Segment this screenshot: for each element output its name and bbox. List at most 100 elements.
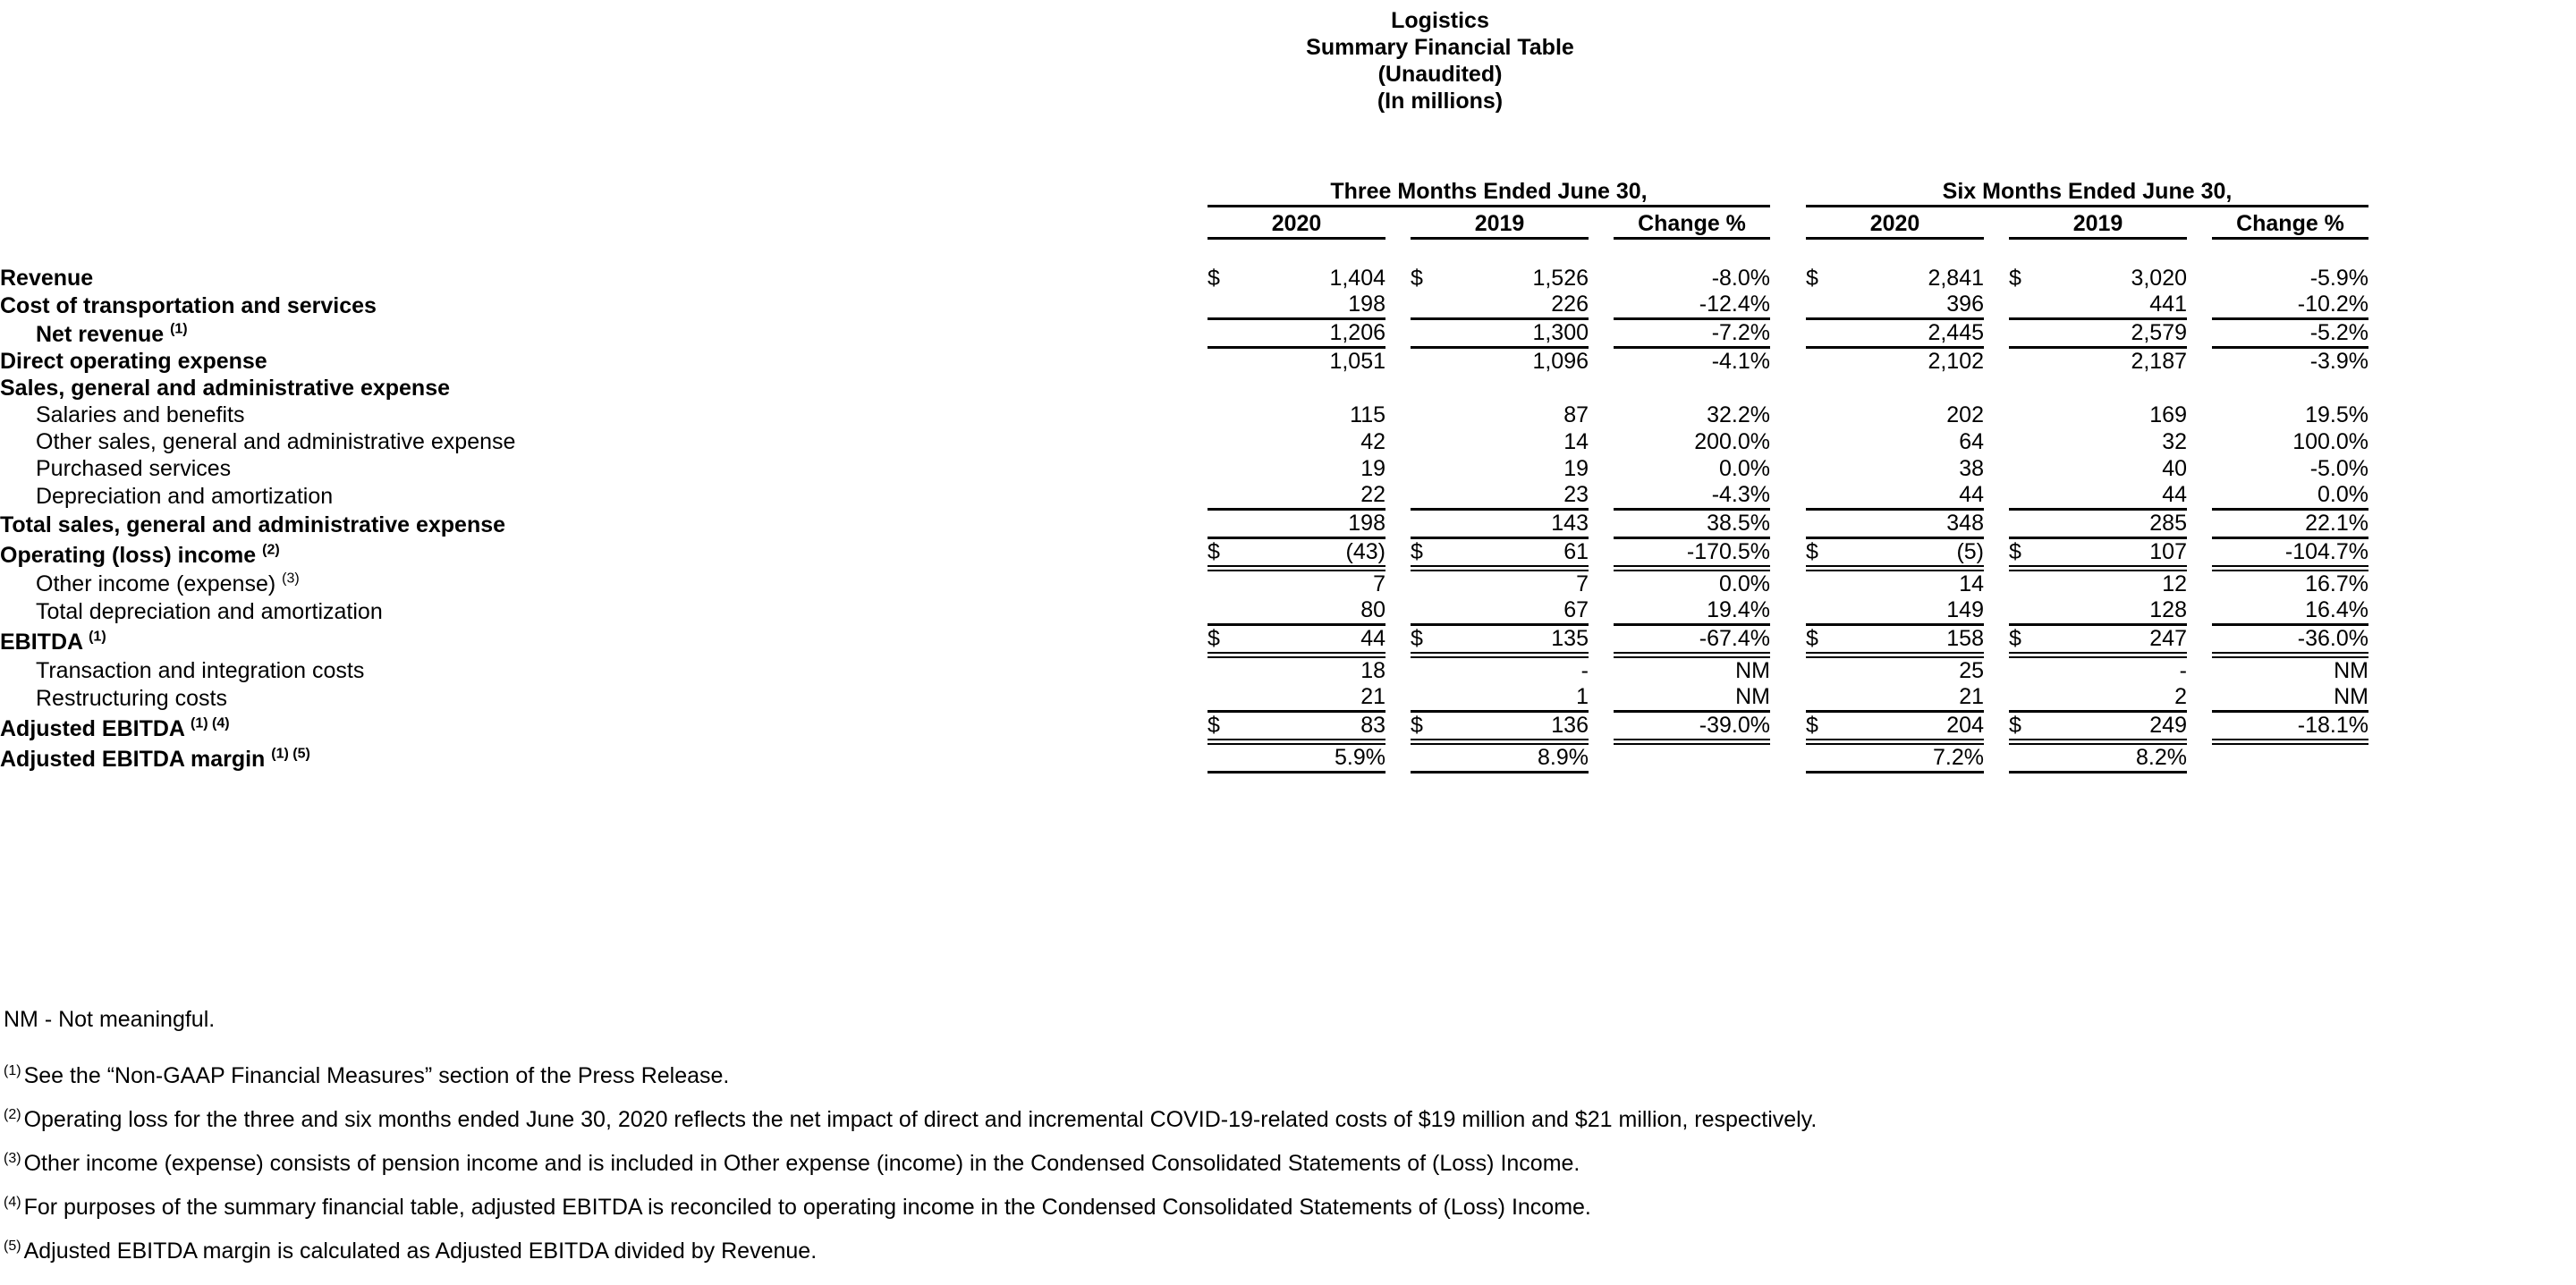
column-header-q-2019: 2019 xyxy=(1411,206,1589,240)
value-y-2020: 7.2% xyxy=(1845,741,1984,774)
footnote-3: (3) Other income (expense) consists of pe… xyxy=(4,1151,2571,1177)
value-q-change: -4.1% xyxy=(1711,349,1770,374)
value-y-2020: 14 xyxy=(1959,571,1984,596)
value-y-2020: 38 xyxy=(1959,456,1984,481)
value-q-2019: 1,526 xyxy=(1532,266,1589,291)
value-q-2019: 143 xyxy=(1450,509,1589,539)
footnote-marker: (5) xyxy=(4,1238,21,1254)
value-q-2019: 136 xyxy=(1450,711,1589,745)
value-q-2019: 19 xyxy=(1563,456,1589,481)
value-y-2020: 44 xyxy=(1845,482,1984,511)
footnote-text: Other income (expense) consists of pensi… xyxy=(23,1151,1580,1176)
value-q-2019: 135 xyxy=(1450,624,1589,658)
currency-symbol xyxy=(1806,509,1845,539)
value-q-2019: 14 xyxy=(1563,429,1589,454)
currency-symbol xyxy=(1411,597,1450,626)
value-q-2020: 18 xyxy=(1360,658,1385,683)
currency-symbol xyxy=(1411,684,1450,713)
row-label: Operating (loss) income (2) xyxy=(0,542,280,568)
value-y-2019: 107 xyxy=(2048,537,2187,571)
row-label: Other income (expense) (3) xyxy=(36,571,300,596)
currency-symbol: $ xyxy=(1208,266,1220,291)
value-q-2020: 21 xyxy=(1247,684,1385,713)
value-q-change: 32.2% xyxy=(1707,402,1770,427)
currency-symbol xyxy=(1806,318,1845,349)
group-header-six-months: Six Months Ended June 30, xyxy=(1806,175,2368,207)
row-label: Total depreciation and amortization xyxy=(36,598,383,624)
table-row: Net revenue (1) 1,206 1,300 -7.2% 2,445 … xyxy=(0,318,2368,349)
currency-symbol: $ xyxy=(2009,624,2048,658)
table-row: Operating (loss) income (2) $ (43) $ 61 … xyxy=(0,537,2368,571)
currency-symbol xyxy=(1208,348,1247,376)
currency-symbol xyxy=(2009,348,2048,376)
row-label: Revenue xyxy=(0,266,94,291)
table-row: Revenue $ 1,404 $ 1,526 -8.0% $ 2,841 $ … xyxy=(0,265,2368,292)
table-row: EBITDA (1) $ 44 $ 135 -67.4% $ 158 $ 247… xyxy=(0,624,2368,658)
value-y-2019: 40 xyxy=(2162,456,2187,481)
footnote-marker: (1) (4) xyxy=(190,715,230,731)
value-y-change xyxy=(2212,742,2368,773)
value-y-2019: 441 xyxy=(2048,292,2187,320)
currency-symbol xyxy=(1806,569,1845,598)
title-line-units: (In millions) xyxy=(1377,89,1504,114)
value-q-change: -7.2% xyxy=(1614,318,1770,349)
table-row: Purchased services 19 19 0.0% 38 40 -5.0… xyxy=(0,455,2368,482)
footnote-marker: (3) xyxy=(4,1150,21,1166)
financial-table-page: Logistics Summary Financial Table (Unaud… xyxy=(0,0,2576,1285)
currency-symbol xyxy=(2009,569,2048,598)
footnote-marker: (1) xyxy=(170,321,188,337)
table-row: Adjusted EBITDA (1) (4) $ 83 $ 136 -39.0… xyxy=(0,711,2368,745)
currency-symbol xyxy=(1411,348,1450,376)
currency-symbol xyxy=(1806,741,1845,774)
currency-symbol: $ xyxy=(1208,624,1247,658)
value-y-2019: 2 xyxy=(2048,684,2187,713)
column-header-q-2020: 2020 xyxy=(1208,206,1385,240)
currency-symbol xyxy=(1411,655,1450,685)
value-q-2019: 1,096 xyxy=(1532,349,1589,374)
currency-symbol: $ xyxy=(2009,711,2048,745)
footnote-marker: (2) xyxy=(262,542,280,558)
table-column-header-row: 2020 2019 Change % 2020 2019 Change % xyxy=(0,206,2368,240)
currency-symbol xyxy=(1411,428,1450,455)
currency-symbol xyxy=(1208,402,1247,428)
value-y-change: -5.2% xyxy=(2212,318,2368,349)
currency-symbol xyxy=(2009,741,2048,774)
value-y-2019: 12 xyxy=(2162,571,2187,596)
value-q-change: 38.5% xyxy=(1614,509,1770,539)
value-q-change: -67.4% xyxy=(1614,624,1770,658)
value-y-2019: 2,187 xyxy=(2131,349,2187,374)
summary-financial-table: Three Months Ended June 30, Six Months E… xyxy=(0,175,2368,774)
column-header-q-change: Change % xyxy=(1614,206,1770,240)
currency-symbol xyxy=(1411,318,1450,349)
currency-symbol xyxy=(1806,684,1845,713)
value-y-change: -104.7% xyxy=(2212,537,2368,571)
value-q-2019: 8.9% xyxy=(1450,741,1589,774)
value-y-2019: 128 xyxy=(2048,597,2187,626)
row-label: EBITDA (1) xyxy=(0,629,106,655)
column-header-y-change: Change % xyxy=(2212,206,2368,240)
currency-symbol: $ xyxy=(1411,711,1450,745)
value-y-2019: 2,579 xyxy=(2048,318,2187,349)
currency-symbol: $ xyxy=(2009,537,2048,571)
value-y-2019: 169 xyxy=(2149,402,2187,427)
value-q-2019: 1 xyxy=(1450,684,1589,713)
value-q-2019: - xyxy=(1580,658,1589,683)
value-q-2020: 42 xyxy=(1360,429,1385,454)
title-line-table: Summary Financial Table xyxy=(1306,35,1574,60)
currency-symbol xyxy=(1411,741,1450,774)
value-q-change: -4.3% xyxy=(1614,482,1770,511)
table-row: Total sales, general and administrative … xyxy=(0,509,2368,539)
value-q-2020: 83 xyxy=(1247,711,1385,745)
currency-symbol xyxy=(1411,455,1450,482)
currency-symbol xyxy=(2009,597,2048,626)
footnote-marker: (1) xyxy=(4,1062,21,1078)
currency-symbol xyxy=(1208,455,1247,482)
table-row: Direct operating expense 1,051 1,096 -4.… xyxy=(0,348,2368,376)
currency-symbol xyxy=(1806,428,1845,455)
currency-symbol xyxy=(2009,509,2048,539)
currency-symbol xyxy=(1806,655,1845,685)
currency-symbol xyxy=(1208,597,1247,626)
currency-symbol: $ xyxy=(1411,266,1423,291)
value-y-2020: 204 xyxy=(1845,711,1984,745)
value-y-change: 22.1% xyxy=(2212,509,2368,539)
